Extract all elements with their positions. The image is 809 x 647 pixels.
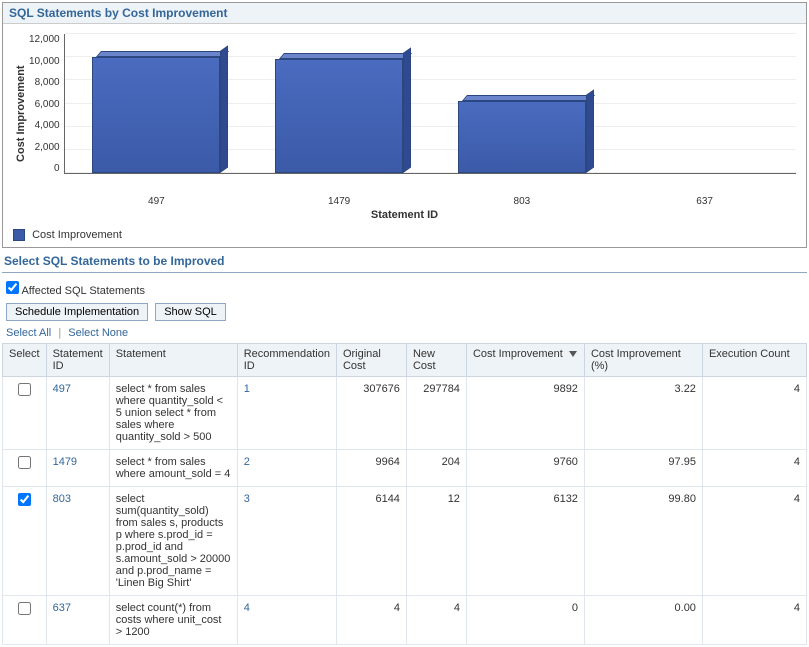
- statement-id-link[interactable]: 497: [46, 377, 109, 450]
- new-cost: 4: [406, 596, 466, 645]
- col-cost-imp-label: Cost Improvement: [473, 348, 563, 360]
- recommendation-id-link[interactable]: 2: [237, 450, 336, 487]
- legend-swatch: [13, 229, 25, 241]
- ytick: 10,000: [29, 56, 60, 67]
- new-cost: 204: [406, 450, 466, 487]
- affected-label: Affected SQL Statements: [21, 285, 145, 297]
- new-cost: 12: [406, 487, 466, 596]
- col-orig-cost[interactable]: Original Cost: [336, 344, 406, 377]
- legend-label: Cost Improvement: [32, 229, 122, 241]
- original-cost: 9964: [336, 450, 406, 487]
- ytick: 4,000: [29, 120, 60, 131]
- chart-bar[interactable]: [92, 57, 220, 173]
- new-cost: 297784: [406, 377, 466, 450]
- statement-text: select count(*) from costs where unit_co…: [109, 596, 237, 645]
- xtick: 1479: [248, 194, 431, 207]
- execution-count: 4: [702, 377, 806, 450]
- col-cost-imp-pct[interactable]: Cost Improvement (%): [584, 344, 702, 377]
- select-none-link[interactable]: Select None: [68, 327, 128, 339]
- row-select-checkbox[interactable]: [18, 383, 31, 396]
- recommendation-id-link[interactable]: 3: [237, 487, 336, 596]
- ytick: 0: [29, 163, 60, 174]
- recommendation-id-link[interactable]: 1: [237, 377, 336, 450]
- xtick: 803: [431, 194, 614, 207]
- xtick: 637: [613, 194, 796, 207]
- cost-improvement: 0: [466, 596, 584, 645]
- row-select-checkbox[interactable]: [18, 493, 31, 506]
- link-separator: |: [58, 327, 61, 339]
- cost-improvement: 9760: [466, 450, 584, 487]
- select-links: Select All | Select None: [2, 325, 807, 343]
- xtick: 497: [65, 194, 248, 207]
- row-select-checkbox[interactable]: [18, 602, 31, 615]
- chart-ylabel: Cost Improvement: [13, 34, 29, 194]
- chart-bar[interactable]: [458, 101, 586, 173]
- cost-improvement-pct: 3.22: [584, 377, 702, 450]
- bar-slot: [65, 34, 248, 173]
- ytick: 12,000: [29, 34, 60, 45]
- statement-text: select * from sales where quantity_sold …: [109, 377, 237, 450]
- schedule-implementation-button[interactable]: Schedule Implementation: [6, 303, 148, 321]
- table-row: 1479select * from sales where amount_sol…: [3, 450, 807, 487]
- chart-area: Cost Improvement 12,000 10,000 8,000 6,000 4…: [3, 24, 806, 225]
- execution-count: 4: [702, 596, 806, 645]
- cost-improvement: 9892: [466, 377, 584, 450]
- action-buttons: Schedule Implementation Show SQL: [2, 299, 807, 325]
- chart-panel: SQL Statements by Cost Improvement Cost …: [2, 2, 807, 248]
- chart-xlabel: Statement ID: [13, 209, 796, 221]
- statement-text: select sum(quantity_sold) from sales s, …: [109, 487, 237, 596]
- sql-table: Select Statement ID Statement Recommenda…: [2, 343, 807, 645]
- statement-id-link[interactable]: 803: [46, 487, 109, 596]
- execution-count: 4: [702, 487, 806, 596]
- statement-id-link[interactable]: 1479: [46, 450, 109, 487]
- chart-yaxis: 12,000 10,000 8,000 6,000 4,000 2,000 0: [29, 34, 64, 174]
- ytick: 6,000: [29, 99, 60, 110]
- col-exec-count[interactable]: Execution Count: [702, 344, 806, 377]
- col-statement[interactable]: Statement: [109, 344, 237, 377]
- cost-improvement-pct: 97.95: [584, 450, 702, 487]
- bar-slot: [247, 34, 430, 173]
- original-cost: 6144: [336, 487, 406, 596]
- col-new-cost[interactable]: New Cost: [406, 344, 466, 377]
- cost-improvement-pct: 99.80: [584, 487, 702, 596]
- show-sql-button[interactable]: Show SQL: [155, 303, 226, 321]
- select-section-title: Select SQL Statements to be Improved: [2, 250, 807, 273]
- recommendation-id-link[interactable]: 4: [237, 596, 336, 645]
- col-stmt-id[interactable]: Statement ID: [46, 344, 109, 377]
- row-select-checkbox[interactable]: [18, 456, 31, 469]
- bar-slot: [430, 34, 613, 173]
- cost-improvement-pct: 0.00: [584, 596, 702, 645]
- chart-xaxis: 4971479803637: [65, 194, 796, 207]
- affected-row: Affected SQL Statements: [2, 279, 807, 299]
- table-row: 637select count(*) from costs where unit…: [3, 596, 807, 645]
- statement-id-link[interactable]: 637: [46, 596, 109, 645]
- col-select[interactable]: Select: [3, 344, 47, 377]
- chart-plot: [64, 34, 796, 174]
- bar-slot: [613, 34, 796, 173]
- col-rec-id[interactable]: Recommendation ID: [237, 344, 336, 377]
- statement-text: select * from sales where amount_sold = …: [109, 450, 237, 487]
- execution-count: 4: [702, 450, 806, 487]
- chart-bar[interactable]: [275, 59, 403, 173]
- original-cost: 4: [336, 596, 406, 645]
- chart-legend: Cost Improvement: [3, 225, 806, 247]
- select-section: Select SQL Statements to be Improved Aff…: [2, 250, 807, 645]
- ytick: 8,000: [29, 77, 60, 88]
- table-row: 803select sum(quantity_sold) from sales …: [3, 487, 807, 596]
- ytick: 2,000: [29, 142, 60, 153]
- cost-improvement: 6132: [466, 487, 584, 596]
- chart-title: SQL Statements by Cost Improvement: [3, 3, 806, 24]
- table-row: 497select * from sales where quantity_so…: [3, 377, 807, 450]
- original-cost: 307676: [336, 377, 406, 450]
- col-cost-imp[interactable]: Cost Improvement: [466, 344, 584, 377]
- select-all-link[interactable]: Select All: [6, 327, 51, 339]
- sort-desc-icon: [569, 351, 577, 357]
- affected-checkbox[interactable]: [6, 281, 19, 294]
